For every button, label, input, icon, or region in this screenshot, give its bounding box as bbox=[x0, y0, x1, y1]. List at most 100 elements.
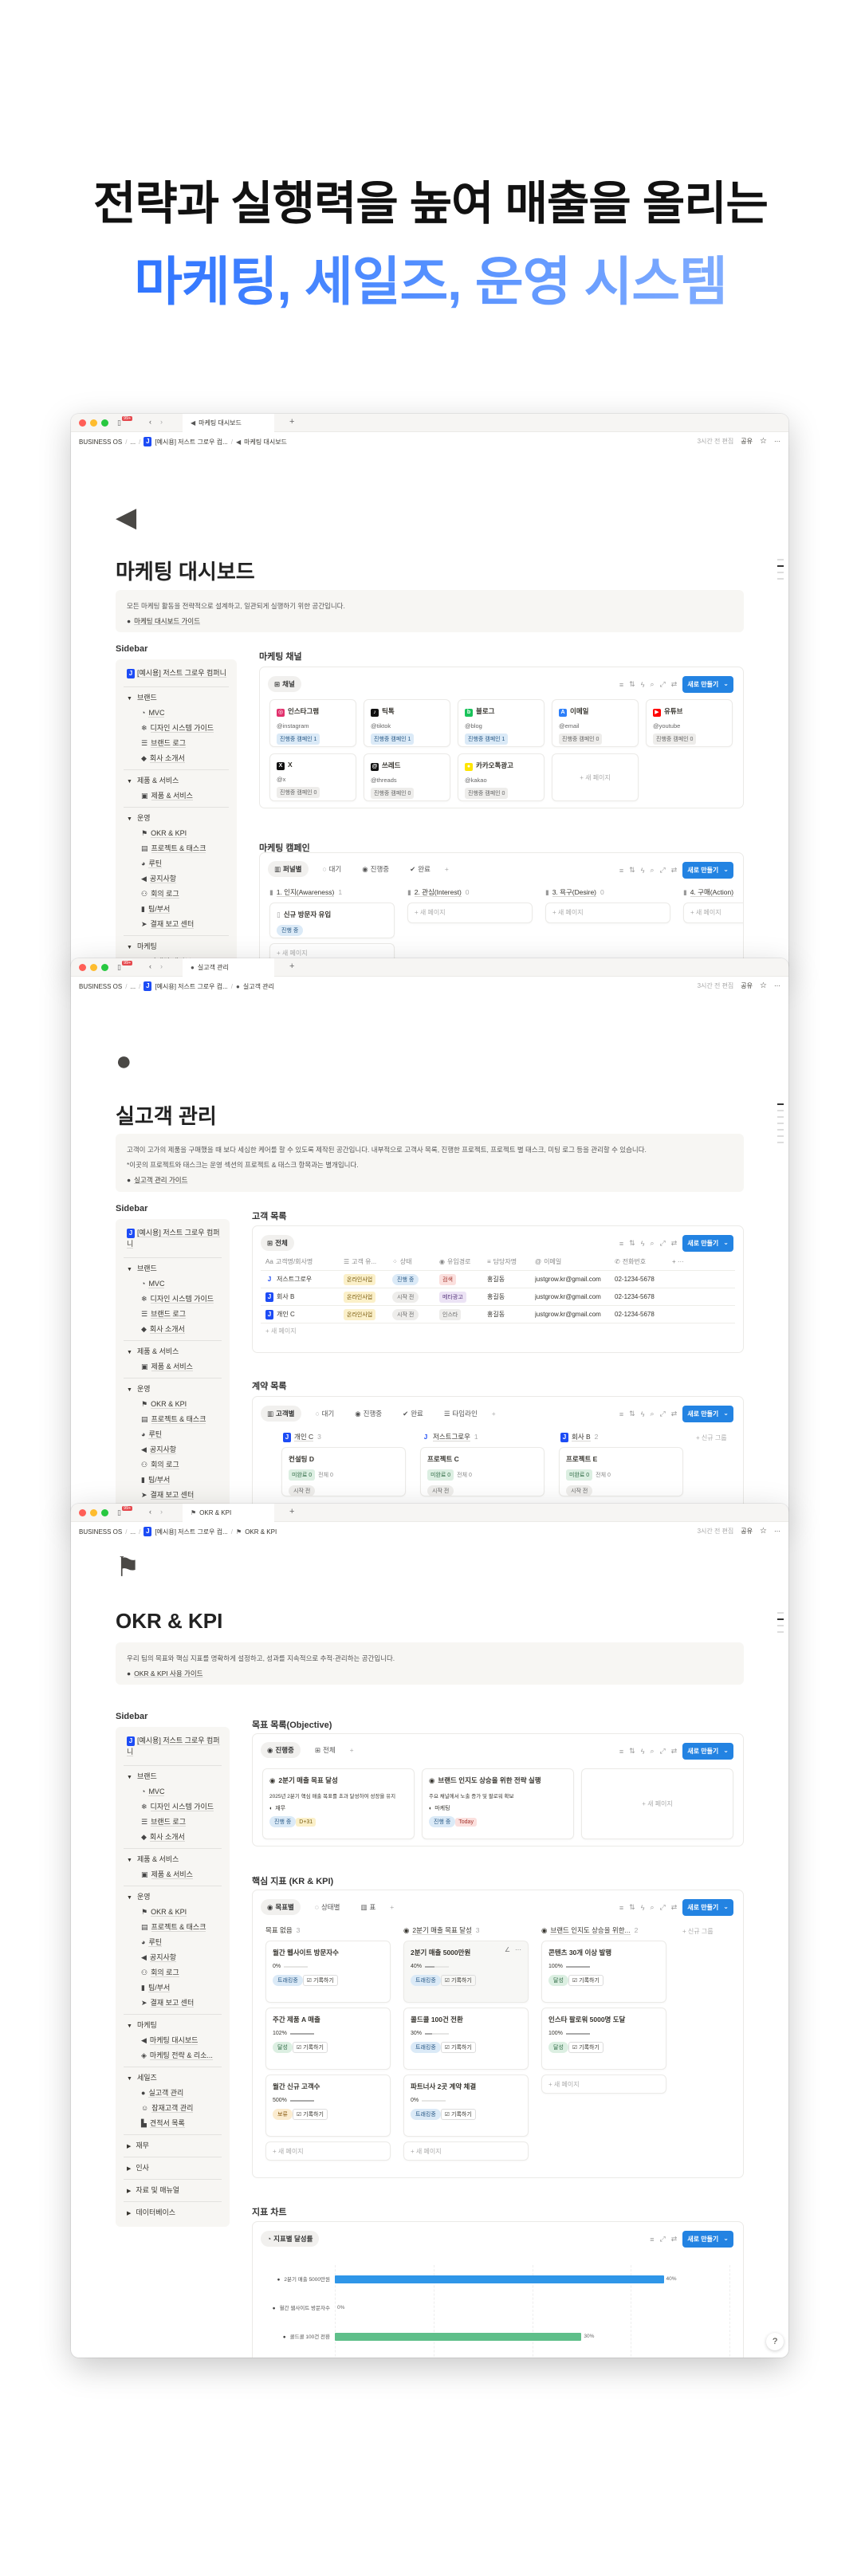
outline-marker[interactable] bbox=[777, 1123, 784, 1124]
breadcrumb-workspace[interactable]: [예시용] 저스트 그로우 컴... bbox=[155, 982, 227, 991]
filter-icon[interactable]: ≡ bbox=[619, 1904, 623, 1912]
more-options-icon[interactable]: ··· bbox=[774, 982, 780, 989]
new-button[interactable]: 새로 만들기 ⌄ bbox=[682, 862, 733, 879]
campaign-card[interactable]: ▯ 신규 방문자 유입 진행 중 bbox=[269, 903, 395, 938]
new-page-card[interactable]: + 새 페이지 bbox=[403, 2141, 529, 2161]
outline-marker[interactable] bbox=[777, 1142, 784, 1143]
caret-down-icon[interactable]: ▼ bbox=[127, 696, 132, 702]
customer-name-cell[interactable]: J 개인 C bbox=[265, 1309, 295, 1319]
contract-card[interactable]: 프로젝트 E 미완료 0 전체 0 시작 전 bbox=[559, 1447, 683, 1496]
sidebar-item[interactable]: ▤ 프로젝트 & 태스크 bbox=[124, 1920, 222, 1935]
bar[interactable] bbox=[335, 2275, 664, 2283]
maximize-window-button[interactable] bbox=[101, 964, 108, 971]
caret-down-icon[interactable]: ▼ bbox=[127, 1387, 132, 1393]
guide-link[interactable]: OKR & KPI 사용 가이드 bbox=[134, 1669, 202, 1677]
more-options-icon[interactable]: ··· bbox=[774, 1528, 780, 1535]
expand-icon[interactable]: ⤢ bbox=[660, 866, 666, 875]
automation-icon[interactable]: ϟ bbox=[641, 681, 645, 689]
chevron-down-icon[interactable]: ⌄ bbox=[723, 1239, 729, 1248]
bar[interactable] bbox=[335, 2333, 582, 2341]
customer-name-cell[interactable]: J 회사 B bbox=[265, 1292, 294, 1302]
search-icon[interactable]: ⌕ bbox=[650, 1239, 654, 1248]
column-header[interactable]: ◉ 유입경로 bbox=[439, 1257, 470, 1266]
column-header[interactable]: ✆ 전화번호 bbox=[615, 1257, 646, 1266]
new-page-card[interactable]: + 새 페이지 bbox=[545, 903, 670, 923]
sidebar-workspace[interactable]: J [예시용] 저스트 그로우 컴퍼니 bbox=[124, 667, 229, 678]
kr-card[interactable]: 월간 신규 고객수 500% 보류 ☑ 기록하기 bbox=[265, 2075, 391, 2137]
search-icon[interactable]: ⌕ bbox=[650, 1903, 654, 1912]
sidebar-item[interactable]: ◔ MVC bbox=[124, 1784, 222, 1799]
sidebar-item[interactable]: ➤ 결재 보고 센터 bbox=[124, 917, 229, 932]
sidebar-item[interactable]: ☺ 잠재고객 관리 bbox=[124, 2101, 222, 2116]
record-button[interactable]: ☑ 기록하기 bbox=[440, 1975, 476, 1986]
new-page-row[interactable]: + 새 페이지 bbox=[265, 1327, 297, 1335]
outline-marker[interactable] bbox=[777, 1631, 784, 1633]
new-tab-button[interactable]: + bbox=[289, 962, 294, 971]
sidebar-toggle-icon[interactable]: ▯ bbox=[117, 1508, 121, 1517]
browser-tab[interactable]: ◀ 마케팅 대시보드 bbox=[183, 414, 274, 432]
sidebar-group-0[interactable]: ▼ 브랜드 bbox=[124, 690, 229, 706]
filter-icon[interactable]: ≡ bbox=[619, 1410, 623, 1418]
sidebar-item[interactable]: ◆ 회사 소개서 bbox=[124, 751, 229, 766]
kr-card[interactable]: 월간 웹사이트 방문자수 0% 트래킹중 ☑ 기록하기 bbox=[265, 1941, 391, 2003]
chevron-down-icon[interactable]: ⌄ bbox=[723, 680, 729, 689]
browser-tab[interactable]: ⚑ OKR & KPI bbox=[183, 1504, 274, 1522]
sidebar-group-3[interactable]: ▼ 마케팅 bbox=[124, 939, 229, 954]
sidebar-group-1[interactable]: ▼ 제품 & 서비스 bbox=[124, 1852, 222, 1867]
automation-icon[interactable]: ϟ bbox=[641, 1240, 645, 1248]
sidebar-item[interactable]: ● 실고객 관리 bbox=[124, 2086, 222, 2101]
minimize-window-button[interactable] bbox=[90, 964, 97, 971]
sidebar-item[interactable]: ☰ 브랜드 로그 bbox=[124, 1815, 222, 1830]
close-window-button[interactable] bbox=[79, 1509, 86, 1516]
sidebar-group-8[interactable]: ▶ 데이터베이스 bbox=[124, 2205, 222, 2220]
view-tab[interactable]: ⊞ 전체 bbox=[309, 1742, 342, 1758]
sidebar-item[interactable]: ➤ 결재 보고 센터 bbox=[124, 1996, 222, 2011]
view-tab[interactable]: ◉ 진행중 bbox=[356, 861, 395, 877]
caret-right-icon[interactable]: ▶ bbox=[127, 2211, 131, 2216]
objective-card[interactable]: ◉ 브랜드 인지도 상승을 위한 전략 실행 주요 채널에서 노출 증가 및 팔로워… bbox=[422, 1768, 574, 1839]
sidebar-group-1[interactable]: ▼ 제품 & 서비스 bbox=[124, 1344, 222, 1359]
caret-right-icon[interactable]: ▶ bbox=[127, 2189, 131, 2194]
view-tab[interactable]: ✔ 완료 bbox=[396, 1406, 430, 1422]
guide-link[interactable]: 실고객 관리 가이드 bbox=[134, 1176, 187, 1184]
swap-icon[interactable]: ⇄ bbox=[671, 2235, 678, 2244]
sort-icon[interactable]: ⇅ bbox=[629, 1410, 635, 1418]
channel-card[interactable]: @ 쓰레드 @threads 진행중 캠페인 0 bbox=[364, 753, 450, 801]
sidebar-item[interactable]: ☰ 브랜드 로그 bbox=[124, 736, 229, 751]
share-button[interactable]: 공유 bbox=[741, 981, 753, 990]
record-button[interactable]: ☑ 기록하기 bbox=[440, 2109, 476, 2120]
column-header[interactable]: ≡ 담당자명 bbox=[487, 1257, 517, 1266]
channel-card[interactable]: ♪ 틱톡 @tiktok 진행중 캠페인 1 bbox=[364, 699, 450, 747]
caret-right-icon[interactable]: ▶ bbox=[127, 2144, 131, 2149]
column-header[interactable]: ⁘ 상태 bbox=[392, 1257, 411, 1266]
breadcrumb-current[interactable]: OKR & KPI bbox=[245, 1528, 277, 1536]
outline-marker[interactable] bbox=[777, 565, 784, 567]
sidebar-workspace[interactable]: J [예시용] 저스트 그로우 컴퍼니 bbox=[124, 1227, 222, 1249]
column-header[interactable]: Aa 고객명/회사명 bbox=[265, 1257, 313, 1266]
record-button[interactable]: ☑ 기록하기 bbox=[292, 2042, 328, 2053]
sort-icon[interactable]: ⇅ bbox=[629, 866, 635, 875]
sidebar-group-2[interactable]: ▼ 운영 bbox=[124, 1382, 222, 1397]
sidebar-group-0[interactable]: ▼ 브랜드 bbox=[124, 1769, 222, 1784]
filter-icon[interactable]: ≡ bbox=[619, 867, 623, 875]
swap-icon[interactable]: ⇄ bbox=[671, 1239, 678, 1248]
sidebar-item[interactable]: ▤ 프로젝트 & 태스크 bbox=[124, 841, 229, 856]
expand-icon[interactable]: ⤢ bbox=[660, 1410, 666, 1418]
add-column-icon[interactable]: + ··· bbox=[672, 1258, 684, 1265]
view-tab[interactable]: ⊞ 전체 bbox=[261, 1235, 294, 1251]
caret-down-icon[interactable]: ▼ bbox=[127, 2076, 132, 2082]
sidebar-item[interactable]: ❄ 디자인 시스템 가이드 bbox=[124, 1292, 222, 1307]
favorite-star-icon[interactable]: ☆ bbox=[760, 981, 767, 990]
caret-down-icon[interactable]: ▼ bbox=[127, 1350, 132, 1355]
edit-icon[interactable]: ∠ bbox=[505, 1946, 510, 1953]
record-button[interactable]: ☑ 기록하기 bbox=[568, 2042, 603, 2053]
card-more-icon[interactable]: ··· bbox=[515, 1946, 521, 1953]
search-icon[interactable]: ⌕ bbox=[650, 866, 654, 875]
forward-icon[interactable]: › bbox=[160, 962, 163, 970]
sidebar-group-5[interactable]: ▶ 재무 bbox=[124, 2138, 222, 2153]
record-button[interactable]: ☑ 기록하기 bbox=[440, 2042, 476, 2053]
view-tab[interactable]: ◌ 대기 bbox=[309, 1406, 341, 1422]
forward-icon[interactable]: › bbox=[160, 1508, 163, 1516]
channel-card[interactable]: b 블로그 @blog 진행중 캠페인 1 bbox=[458, 699, 545, 747]
breadcrumb-ellipsis[interactable]: ... bbox=[130, 1528, 136, 1536]
